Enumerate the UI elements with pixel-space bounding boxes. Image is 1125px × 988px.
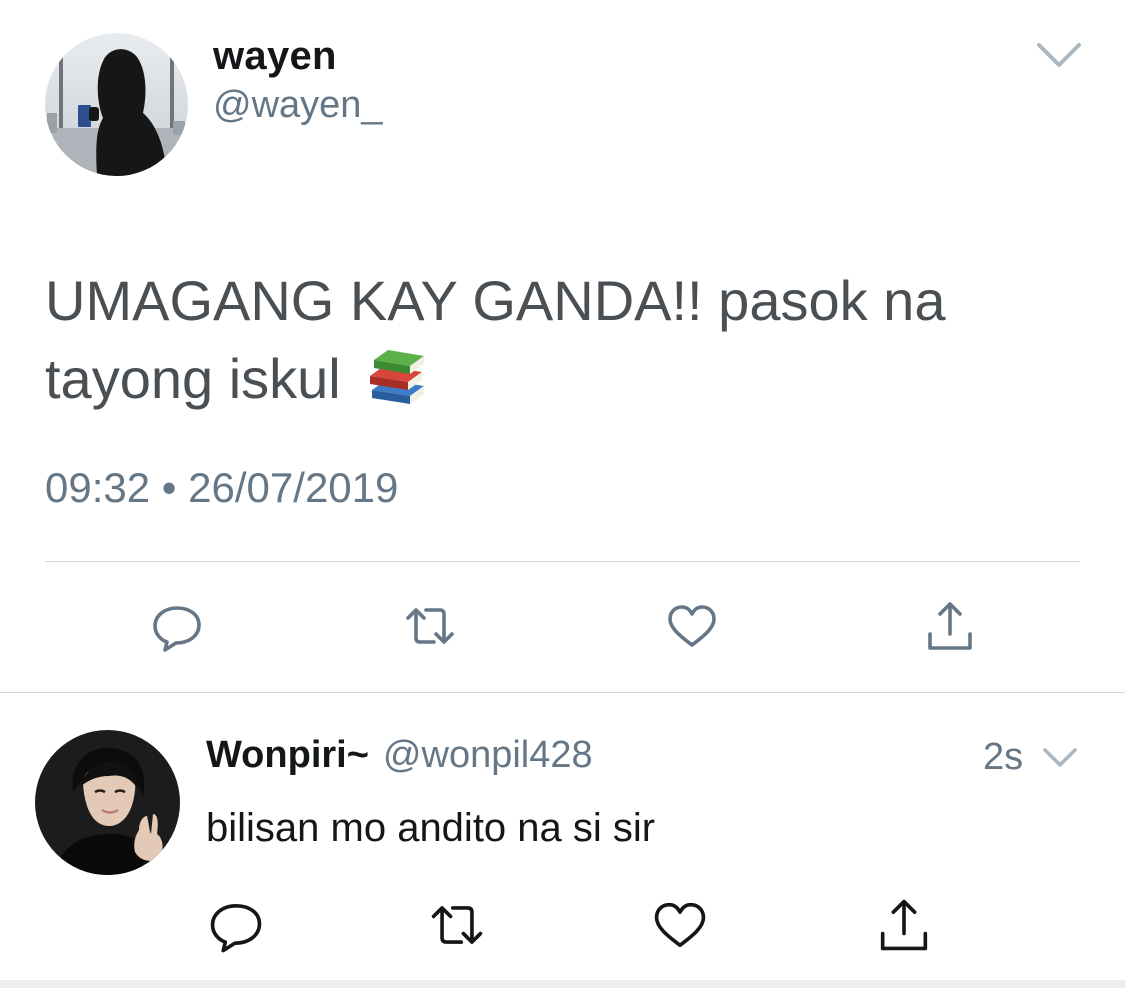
user-handle[interactable]: @wonpil428 xyxy=(383,734,593,776)
avatar-wayen[interactable] xyxy=(45,33,188,176)
like-button[interactable] xyxy=(648,895,712,955)
reply-button[interactable] xyxy=(147,598,207,654)
retweet-icon xyxy=(406,608,454,644)
divider xyxy=(0,692,1125,693)
retweet-button[interactable] xyxy=(400,598,460,654)
books-emoji-icon xyxy=(366,346,428,404)
display-name[interactable]: Wonpiri~ xyxy=(206,734,369,776)
retweet-button[interactable] xyxy=(425,895,489,955)
timestamp-separator: • xyxy=(161,464,177,511)
tweet-text: UMAGANG KAY GANDA!! pasok na tayong isku… xyxy=(45,262,1085,418)
avatar-wonpiri[interactable] xyxy=(35,730,180,875)
chevron-down-icon[interactable] xyxy=(1036,40,1082,70)
reply-button[interactable] xyxy=(204,895,268,955)
share-button[interactable] xyxy=(920,598,980,654)
share-button[interactable] xyxy=(872,895,936,955)
reply-timestamp[interactable]: 2s xyxy=(983,736,1023,779)
share-icon xyxy=(928,602,972,650)
avatar-image xyxy=(45,33,188,176)
display-name[interactable]: wayen xyxy=(213,34,337,79)
heart-icon xyxy=(654,902,706,948)
user-handle[interactable]: @wayen_ xyxy=(213,84,383,127)
tweet-time: 09:32 xyxy=(45,464,151,511)
tweet-body: UMAGANG KAY GANDA!! pasok na tayong isku… xyxy=(45,269,946,410)
avatar-image xyxy=(35,730,180,875)
heart-icon xyxy=(668,605,716,647)
like-button[interactable] xyxy=(662,598,722,654)
reply-icon xyxy=(210,903,262,953)
retweet-icon xyxy=(431,906,483,944)
tweet-date: 26/07/2019 xyxy=(188,464,399,511)
chevron-down-icon[interactable] xyxy=(1042,746,1078,770)
reply-icon xyxy=(153,606,201,652)
divider xyxy=(45,561,1080,562)
reply-text: bilisan mo andito na si sir xyxy=(206,806,656,850)
share-icon xyxy=(880,899,928,951)
tweet-timestamp[interactable]: 09:32 • 26/07/2019 xyxy=(45,464,398,512)
reply-header: Wonpiri~ @wonpil428 xyxy=(206,734,593,777)
bottom-edge xyxy=(0,980,1125,988)
